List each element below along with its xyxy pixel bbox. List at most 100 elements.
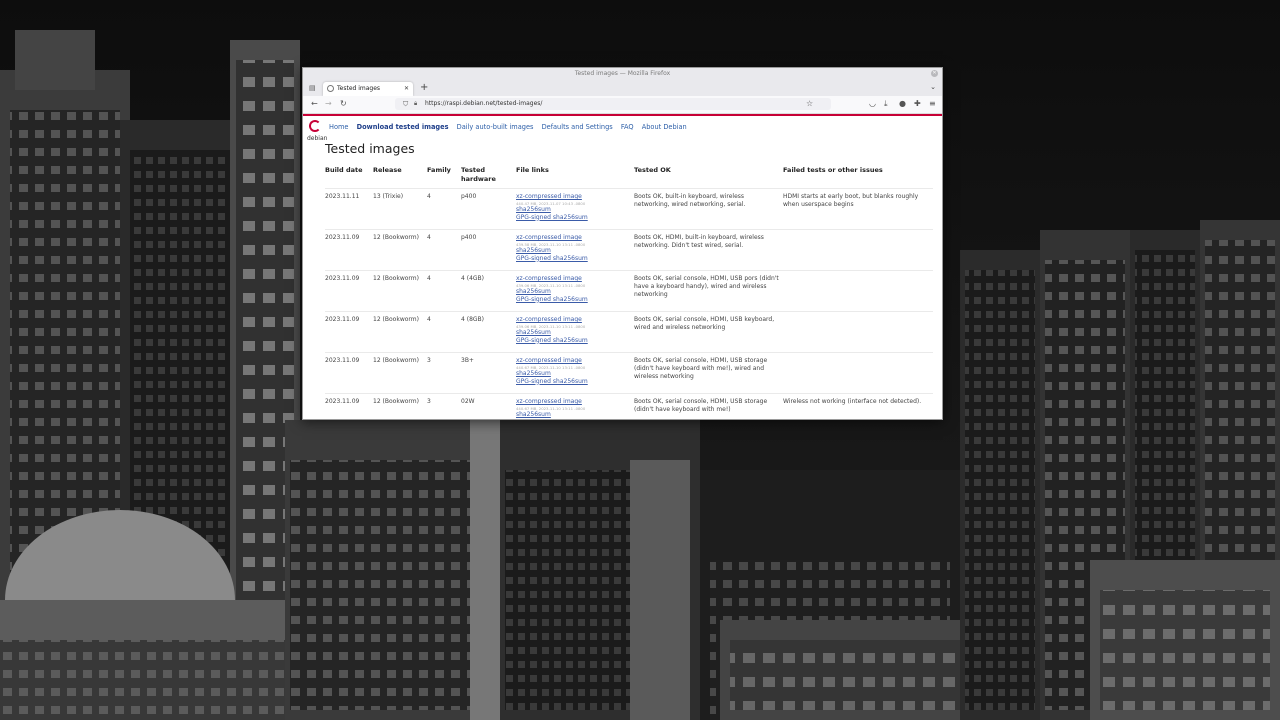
cell-hardware: 02W xyxy=(461,393,516,419)
right-skyline xyxy=(960,220,1280,720)
cell-file-links: xz-compressed image 440.67 MB, 2023-11-10… xyxy=(516,393,634,420)
new-tab-button[interactable]: + xyxy=(420,82,428,94)
window-titlebar[interactable]: Tested images — Mozilla Firefox ✕ xyxy=(303,68,942,81)
cell-issues: Wireless not working (interface not dete… xyxy=(783,393,933,419)
xz-image-link[interactable]: xz-compressed image xyxy=(516,193,632,201)
header-family: Family xyxy=(427,166,451,174)
chevron-down-icon[interactable]: ⌄ xyxy=(930,83,936,91)
close-window-icon[interactable]: ✕ xyxy=(931,70,938,77)
sha256sum-link[interactable]: sha256sum xyxy=(516,247,632,255)
tab-title: Tested images xyxy=(337,85,381,92)
cell-family: 4 xyxy=(427,188,461,230)
nav-about-debian[interactable]: About Debian xyxy=(642,123,687,131)
address-bar[interactable]: ⛉ 🔒︎ https://raspi.debian.net/tested-ima… xyxy=(395,98,831,110)
forward-icon[interactable]: → xyxy=(325,99,332,109)
cell-family: 4 xyxy=(427,270,461,312)
cell-tested-ok: Boots OK, serial console, HDMI, USB pors… xyxy=(634,270,783,312)
cell-release: 12 (Bookworm) xyxy=(373,270,427,312)
download-icon[interactable]: ⤓ xyxy=(884,99,888,109)
xz-image-link[interactable]: xz-compressed image xyxy=(516,275,632,283)
cell-family: 3 xyxy=(427,393,461,419)
pocket-icon[interactable]: ◡ xyxy=(869,99,876,109)
close-tab-icon[interactable]: ✕ xyxy=(404,82,409,96)
sha256sum-link[interactable]: sha256sum xyxy=(516,329,632,337)
table-row: 2023.11.09 12 (Bookworm) 4 4 (8GB) xz-compre… xyxy=(325,311,933,353)
site-navigation: Home Download tested images Daily auto-b… xyxy=(329,123,693,131)
xz-image-link[interactable]: xz-compressed image xyxy=(516,234,632,242)
cell-file-links: xz-compressed image 440.67 MB, 2023-11-10… xyxy=(516,352,634,394)
debian-swirl-icon xyxy=(309,120,321,132)
reload-icon[interactable]: ↻ xyxy=(340,99,347,109)
tab-list-icon[interactable]: ▤ xyxy=(309,84,317,92)
table-body: 2023.11.11 13 (Trixie) 4 p400 xz-compressed … xyxy=(325,188,933,420)
url-text[interactable]: https://raspi.debian.net/tested-images/ xyxy=(425,98,542,110)
lock-icon[interactable]: 🔒︎ xyxy=(414,98,417,110)
cell-build-date: 2023.11.11 xyxy=(325,188,373,230)
cell-file-links: xz-compressed image 439.58 MB, 2023-11-10… xyxy=(516,229,634,271)
cell-issues xyxy=(783,311,933,353)
page-title: Tested images xyxy=(325,141,415,156)
back-icon[interactable]: ← xyxy=(311,99,318,109)
cell-issues xyxy=(783,270,933,312)
cell-hardware: p400 xyxy=(461,188,516,230)
sha256sum-link[interactable]: sha256sum xyxy=(516,288,632,296)
table-row: 2023.11.09 12 (Bookworm) 3 02W xz-compressed… xyxy=(325,393,933,420)
cell-family: 4 xyxy=(427,229,461,271)
sha256sum-link[interactable]: sha256sum xyxy=(516,370,632,378)
browser-window: Tested images — Mozilla Firefox ✕ ▤ Test… xyxy=(302,67,943,420)
cell-tested-ok: Boots OK, serial console, HDMI, USB keyb… xyxy=(634,311,783,353)
extensions-icon[interactable]: ✚ xyxy=(914,99,921,109)
window-title: Tested images — Mozilla Firefox xyxy=(574,70,671,77)
nav-daily-auto-built-images[interactable]: Daily auto-built images xyxy=(457,123,534,131)
cell-tested-ok: Boots OK, built-in keyboard, wireless ne… xyxy=(634,188,783,230)
cell-tested-ok: Boots OK, serial console, HDMI, USB stor… xyxy=(634,393,783,419)
header-file-links: File links xyxy=(516,166,549,174)
nav-defaults-and-settings[interactable]: Defaults and Settings xyxy=(542,123,613,131)
bookmark-star-icon[interactable]: ☆ xyxy=(806,99,813,109)
gpg-sha256sum-link[interactable]: GPG-signed sha256sum xyxy=(516,296,632,304)
tab-bar: ▤ Tested images ✕ + ⌄ xyxy=(303,81,942,96)
cell-build-date: 2023.11.09 xyxy=(325,270,373,312)
header-failed-tests: Failed tests or other issues xyxy=(783,166,883,174)
navigation-toolbar: ← → ↻ ⛉ 🔒︎ https://raspi.debian.net/test… xyxy=(303,96,942,114)
tested-images-table: Build date Release Family Tested hardwar… xyxy=(325,166,933,420)
cell-file-links: xz-compressed image 440.47 MB, 2023-11-07… xyxy=(516,188,634,230)
nav-home[interactable]: Home xyxy=(329,123,348,131)
nav-download-tested-images[interactable]: Download tested images xyxy=(357,123,449,131)
cell-issues xyxy=(783,352,933,394)
xz-image-link[interactable]: xz-compressed image xyxy=(516,357,632,365)
debian-logo[interactable]: debian xyxy=(307,120,327,144)
cell-tested-ok: Boots OK, HDMI, built-in keyboard, wirel… xyxy=(634,229,783,271)
table-header-row: Build date Release Family Tested hardwar… xyxy=(325,166,933,189)
xz-image-link[interactable]: xz-compressed image xyxy=(516,398,632,406)
gpg-sha256sum-link[interactable]: GPG-signed sha256sum xyxy=(516,255,632,263)
header-build-date: Build date xyxy=(325,166,363,174)
table-row: 2023.11.09 12 (Bookworm) 4 p400 xz-compresse… xyxy=(325,229,933,271)
header-release: Release xyxy=(373,166,402,174)
menu-icon[interactable]: ≡ xyxy=(929,99,936,109)
cell-build-date: 2023.11.09 xyxy=(325,311,373,353)
cell-release: 12 (Bookworm) xyxy=(373,352,427,394)
cell-release: 12 (Bookworm) xyxy=(373,393,427,419)
cell-release: 12 (Bookworm) xyxy=(373,311,427,353)
header-tested-ok: Tested OK xyxy=(634,166,671,174)
web-page: debian Home Download tested images Daily… xyxy=(303,114,942,420)
cell-file-links: xz-compressed image 439.06 MB, 2023-11-10… xyxy=(516,270,634,312)
table-row: 2023.11.09 12 (Bookworm) 4 4 (4GB) xz-compre… xyxy=(325,270,933,312)
gpg-sha256sum-link[interactable]: GPG-signed sha256sum xyxy=(516,214,632,222)
account-icon[interactable]: ● xyxy=(899,99,906,109)
cell-release: 13 (Trixie) xyxy=(373,188,427,230)
sha256sum-link[interactable]: sha256sum xyxy=(516,411,632,419)
shield-icon[interactable]: ⛉ xyxy=(403,98,408,110)
nav-faq[interactable]: FAQ xyxy=(621,123,634,131)
xz-image-link[interactable]: xz-compressed image xyxy=(516,316,632,324)
gpg-sha256sum-link[interactable]: GPG-signed sha256sum xyxy=(516,419,632,420)
cell-hardware: 4 (8GB) xyxy=(461,311,516,353)
tab-tested-images[interactable]: Tested images ✕ xyxy=(323,82,413,96)
table-row: 2023.11.09 12 (Bookworm) 3 3B+ xz-compressed… xyxy=(325,352,933,394)
gpg-sha256sum-link[interactable]: GPG-signed sha256sum xyxy=(516,378,632,386)
cell-release: 12 (Bookworm) xyxy=(373,229,427,271)
gpg-sha256sum-link[interactable]: GPG-signed sha256sum xyxy=(516,337,632,345)
cell-tested-ok: Boots OK, serial console, HDMI, USB stor… xyxy=(634,352,783,394)
sha256sum-link[interactable]: sha256sum xyxy=(516,206,632,214)
